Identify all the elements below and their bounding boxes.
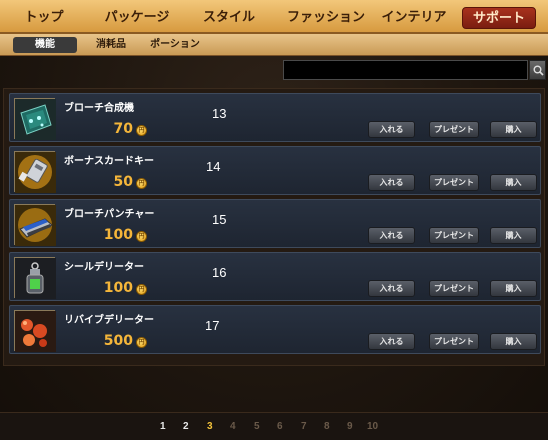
- buy-button[interactable]: 購入: [490, 227, 537, 244]
- buy-button[interactable]: 購入: [490, 121, 537, 138]
- page-link[interactable]: 4: [230, 421, 236, 432]
- item-price: 70: [113, 121, 133, 137]
- item-row: シールデリーター 100 円 16 入れる プレゼント 購入: [9, 252, 541, 301]
- present-button[interactable]: プレゼント: [429, 280, 479, 297]
- page-link[interactable]: 1: [160, 421, 166, 432]
- page-link[interactable]: 9: [347, 421, 353, 432]
- tab-support[interactable]: サポート: [462, 7, 536, 29]
- search-button[interactable]: [529, 60, 546, 80]
- brooch-puncher-icon: [14, 204, 56, 246]
- tab-fashion[interactable]: ファッション: [280, 7, 372, 29]
- page-link[interactable]: 2: [183, 421, 189, 432]
- present-button[interactable]: プレゼント: [429, 121, 479, 138]
- coin-icon: 円: [136, 337, 147, 348]
- coin-icon: 円: [136, 231, 147, 242]
- buy-button[interactable]: 購入: [490, 280, 537, 297]
- item-number: 17: [205, 318, 220, 333]
- tab-top[interactable]: トップ: [14, 7, 74, 29]
- item-row: ボーナスカードキー 50 円 14 入れる プレゼント 購入: [9, 146, 541, 195]
- subtab-consumables[interactable]: 消耗品: [86, 37, 136, 53]
- item-row: リバイブデリーター 500 円 17 入れる プレゼント 購入: [9, 305, 541, 354]
- item-shop-window: トップ パッケージ スタイル ファッション インテリア サポート 機能 消耗品 …: [0, 0, 548, 440]
- page-link[interactable]: 8: [324, 421, 330, 432]
- put-in-button[interactable]: 入れる: [368, 280, 415, 297]
- buy-button[interactable]: 購入: [490, 333, 537, 350]
- buy-button[interactable]: 購入: [490, 174, 537, 191]
- tab-interior[interactable]: インテリア: [372, 7, 456, 29]
- item-price: 100: [103, 280, 133, 296]
- main-tab-bar: トップ パッケージ スタイル ファッション インテリア サポート: [0, 0, 548, 34]
- item-row: ブローチパンチャー 100 円 15 入れる プレゼント 購入: [9, 199, 541, 248]
- put-in-button[interactable]: 入れる: [368, 121, 415, 138]
- pagination: 1 2 3 4 5 6 7 8 9 10: [0, 412, 548, 440]
- item-list: ブローチ合成機 70 円 13 入れる プレゼント 購入 ボーナスカードキー 5…: [3, 88, 545, 366]
- item-price: 100: [103, 227, 133, 243]
- coin-icon: 円: [136, 284, 147, 295]
- item-number: 16: [212, 265, 227, 280]
- item-row: ブローチ合成機 70 円 13 入れる プレゼント 購入: [9, 93, 541, 142]
- page-link[interactable]: 6: [277, 421, 283, 432]
- brooch-synth-icon: [14, 98, 56, 140]
- revive-deleter-icon: [14, 310, 56, 352]
- item-name: シールデリーター: [64, 262, 144, 273]
- page-link[interactable]: 5: [254, 421, 260, 432]
- present-button[interactable]: プレゼント: [429, 227, 479, 244]
- item-name: リバイブデリーター: [64, 315, 154, 326]
- item-price: 50: [113, 174, 133, 190]
- search-icon: [533, 65, 544, 76]
- item-name: ブローチパンチャー: [64, 209, 155, 220]
- coin-icon: 円: [136, 178, 147, 189]
- item-price: 500: [103, 333, 133, 349]
- page-link-current[interactable]: 3: [207, 421, 213, 432]
- present-button[interactable]: プレゼント: [429, 174, 479, 191]
- item-number: 14: [206, 159, 221, 174]
- sub-tab-bar: 機能 消耗品 ポーション: [0, 34, 548, 56]
- put-in-button[interactable]: 入れる: [368, 174, 415, 191]
- present-button[interactable]: プレゼント: [429, 333, 479, 350]
- tab-style[interactable]: スタイル: [193, 7, 265, 29]
- subtab-potion[interactable]: ポーション: [146, 37, 204, 53]
- put-in-button[interactable]: 入れる: [368, 227, 415, 244]
- page-link[interactable]: 10: [367, 421, 378, 432]
- item-number: 15: [212, 212, 227, 227]
- search-input[interactable]: [283, 60, 528, 80]
- item-number: 13: [212, 106, 227, 121]
- item-name: ブローチ合成機: [64, 103, 134, 114]
- subtab-function[interactable]: 機能: [13, 37, 77, 53]
- page-link[interactable]: 7: [301, 421, 307, 432]
- card-key-icon: [14, 151, 56, 193]
- coin-icon: 円: [136, 125, 147, 136]
- item-name: ボーナスカードキー: [64, 156, 154, 167]
- tab-package[interactable]: パッケージ: [96, 7, 178, 29]
- put-in-button[interactable]: 入れる: [368, 333, 415, 350]
- search-box: [283, 60, 546, 80]
- seal-deleter-icon: [14, 257, 56, 299]
